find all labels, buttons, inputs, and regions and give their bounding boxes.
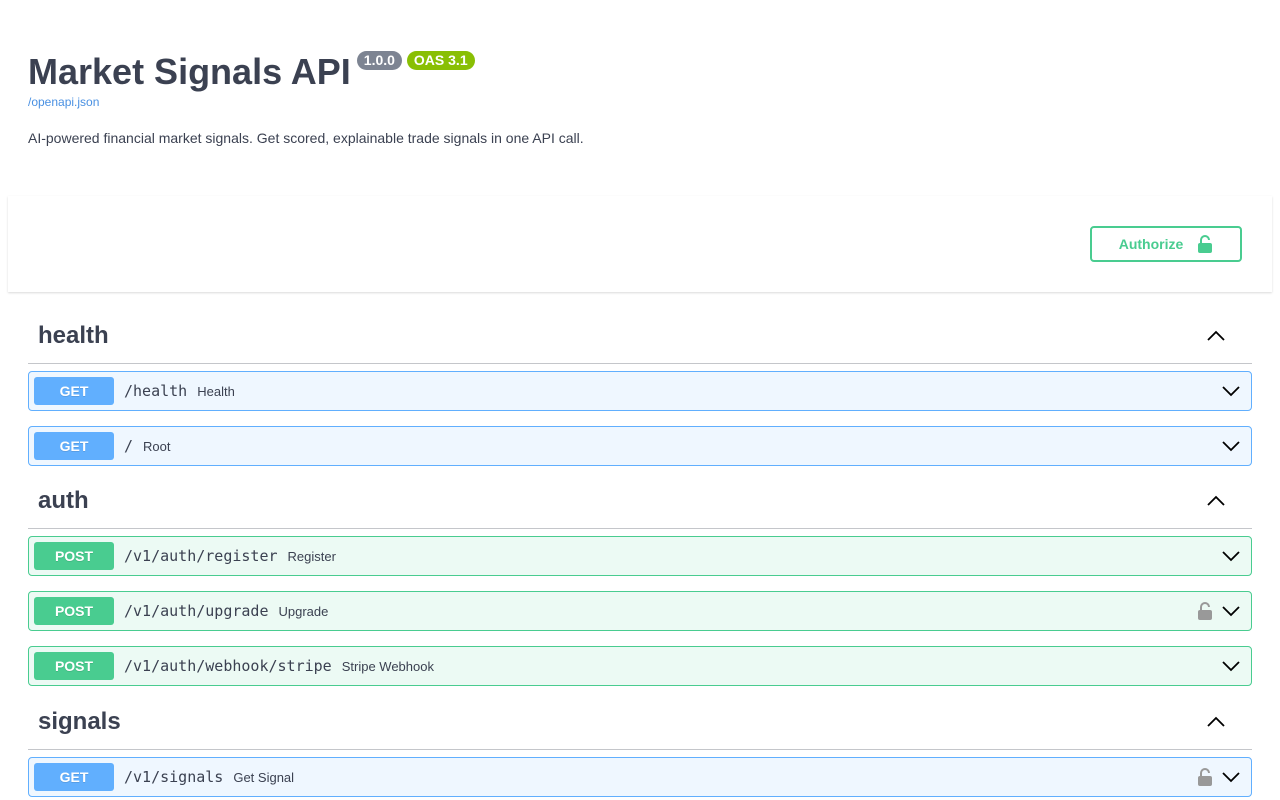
tag-name: signals bbox=[38, 707, 121, 735]
padlock-icon[interactable] bbox=[1197, 768, 1213, 786]
method-badge: POST bbox=[34, 652, 114, 680]
tag-header-health[interactable]: health bbox=[28, 308, 1252, 364]
operation-controls bbox=[1221, 647, 1241, 685]
method-badge: POST bbox=[34, 597, 114, 625]
operation-path: /health bbox=[124, 382, 188, 400]
operation-controls bbox=[1221, 372, 1241, 410]
api-description: AI-powered financial market signals. Get… bbox=[28, 130, 584, 146]
oas-badge: OAS 3.1 bbox=[406, 51, 475, 70]
padlock-icon[interactable] bbox=[1197, 602, 1213, 620]
operation-summary: Health bbox=[197, 383, 235, 399]
authorize-button[interactable]: Authorize bbox=[1090, 226, 1242, 262]
operation-path: / bbox=[124, 437, 134, 455]
openapi-spec-link[interactable]: /openapi.json bbox=[28, 95, 99, 109]
chevron-up-icon[interactable] bbox=[1206, 326, 1226, 346]
scheme-container: Authorize bbox=[8, 196, 1272, 292]
operation-controls bbox=[1197, 758, 1241, 796]
operation-path: /v1/signals bbox=[124, 768, 224, 786]
method-badge: GET bbox=[34, 377, 114, 405]
chevron-up-icon[interactable] bbox=[1206, 491, 1226, 511]
chevron-down-icon[interactable] bbox=[1221, 436, 1241, 456]
unlocked-padlock-icon bbox=[1198, 235, 1213, 253]
operation-summary: Register bbox=[287, 548, 336, 564]
tag-section-signals: signals GET /v1/signals Get Signal bbox=[28, 694, 1252, 797]
operation-summary: Root bbox=[143, 438, 171, 454]
chevron-up-icon[interactable] bbox=[1206, 712, 1226, 732]
operation-get-health[interactable]: GET /health Health bbox=[28, 371, 1252, 411]
operation-summary: Stripe Webhook bbox=[341, 658, 434, 674]
tag-name: auth bbox=[38, 486, 89, 514]
chevron-down-icon[interactable] bbox=[1221, 601, 1241, 621]
operation-post-upgrade[interactable]: POST /v1/auth/upgrade Upgrade bbox=[28, 591, 1252, 631]
operation-summary: Get Signal bbox=[233, 769, 295, 785]
tag-header-signals[interactable]: signals bbox=[28, 694, 1252, 750]
title-row: Market Signals API 1.0.0 OAS 3.1 bbox=[28, 46, 1248, 96]
version-badge: 1.0.0 bbox=[356, 51, 402, 70]
operation-get-signal[interactable]: GET /v1/signals Get Signal bbox=[28, 757, 1252, 797]
chevron-down-icon[interactable] bbox=[1221, 546, 1241, 566]
tag-name: health bbox=[38, 321, 109, 349]
method-badge: GET bbox=[34, 763, 114, 791]
chevron-down-icon[interactable] bbox=[1221, 656, 1241, 676]
operation-controls bbox=[1221, 537, 1241, 575]
chevron-down-icon[interactable] bbox=[1221, 381, 1241, 401]
operation-path: /v1/auth/register bbox=[124, 547, 278, 565]
operation-path: /v1/auth/upgrade bbox=[124, 602, 269, 620]
operation-controls bbox=[1197, 592, 1241, 630]
tag-header-auth[interactable]: auth bbox=[28, 473, 1252, 529]
chevron-down-icon[interactable] bbox=[1221, 767, 1241, 787]
authorize-label: Authorize bbox=[1118, 236, 1184, 252]
operation-controls bbox=[1221, 427, 1241, 465]
operation-summary: Upgrade bbox=[278, 603, 329, 619]
tag-section-health: health GET /health Health GET / Root bbox=[28, 308, 1252, 466]
operation-post-stripe-webhook[interactable]: POST /v1/auth/webhook/stripe Stripe Webh… bbox=[28, 646, 1252, 686]
tag-section-auth: auth POST /v1/auth/register Register POS… bbox=[28, 473, 1252, 686]
operation-post-register[interactable]: POST /v1/auth/register Register bbox=[28, 536, 1252, 576]
operation-path: /v1/auth/webhook/stripe bbox=[124, 657, 332, 675]
method-badge: POST bbox=[34, 542, 114, 570]
method-badge: GET bbox=[34, 432, 114, 460]
api-info: Market Signals API 1.0.0 OAS 3.1 /openap… bbox=[28, 46, 1248, 146]
operation-get-root[interactable]: GET / Root bbox=[28, 426, 1252, 466]
api-title: Market Signals API bbox=[28, 51, 351, 92]
